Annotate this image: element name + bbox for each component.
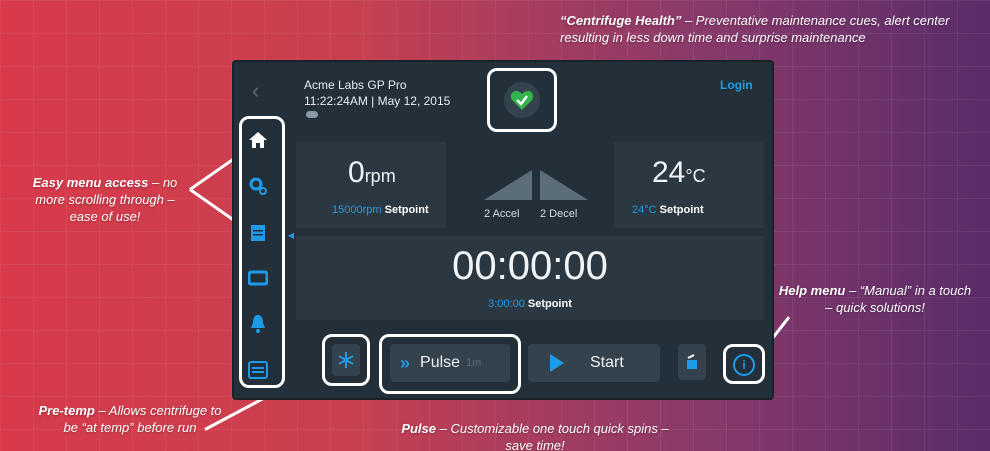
home-icon[interactable] xyxy=(248,130,268,150)
callout-health-title: “Centrifuge Health” xyxy=(560,13,682,28)
speed-setpoint: 15000rpm Setpoint xyxy=(332,204,429,216)
temp-setpoint: 24°C Setpoint xyxy=(632,204,704,216)
callout-pulse-title: Pulse xyxy=(401,421,436,436)
temp-readout: 24°C xyxy=(652,156,706,190)
accel-decel-graph-icon xyxy=(484,170,588,200)
play-icon xyxy=(550,354,564,372)
temp-setpoint-value: 24°C xyxy=(632,204,657,216)
start-label: Start xyxy=(590,354,624,371)
sidebar-collapse-arrow-icon[interactable]: ◂ xyxy=(288,228,294,242)
callout-pretemp: Pre-temp – Allows centrifuge to be “at t… xyxy=(30,402,230,436)
start-button[interactable]: Start xyxy=(528,344,660,382)
speed-setpoint-label: Setpoint xyxy=(384,204,429,216)
callout-health: “Centrifuge Health” – Preventative maint… xyxy=(560,12,970,46)
temp-setpoint-label: Setpoint xyxy=(659,204,704,216)
temp-value: 24 xyxy=(652,156,686,189)
timer-setpoint: 3:00:00 Setpoint xyxy=(296,298,764,310)
pulse-label: Pulse xyxy=(420,354,461,371)
info-icon[interactable]: i xyxy=(733,354,755,376)
calendar-icon[interactable] xyxy=(248,222,268,242)
speed-unit: rpm xyxy=(364,166,396,186)
temp-panel: 24°C 24°C Setpoint xyxy=(614,142,764,228)
centrifuge-screen: ‹ Acme Labs GP Pro 11:22:24AM | May 12, … xyxy=(234,62,772,398)
list-icon[interactable] xyxy=(248,360,268,380)
callout-help: Help menu – “Manual” in a touch – quick … xyxy=(775,282,975,316)
accel-label: 2 Accel xyxy=(484,208,520,220)
speed-readout: 0rpm xyxy=(348,156,396,190)
speed-panel: 0rpm 15000rpm Setpoint xyxy=(296,142,446,228)
speed-setpoint-value: 15000rpm xyxy=(332,204,382,216)
fast-forward-icon: » xyxy=(400,352,411,373)
timer-panel: 00:00:00 3:00:00 Setpoint xyxy=(296,236,764,320)
lid-button[interactable] xyxy=(678,344,706,380)
cloud-icon xyxy=(306,111,318,118)
pulse-button[interactable]: » Pulse 1m xyxy=(390,344,510,382)
callout-help-text: – “Manual” in a touch – quick solutions! xyxy=(825,283,972,315)
timer-value: 00:00:00 xyxy=(452,244,608,288)
lid-icon xyxy=(687,354,697,369)
bell-icon[interactable] xyxy=(248,314,268,334)
callout-menu-title: Easy menu access xyxy=(32,175,149,190)
callout-help-title: Help menu xyxy=(778,283,846,298)
back-chevron-icon[interactable]: ‹ xyxy=(252,78,259,104)
accel-panel[interactable]: 2 Accel 2 Decel xyxy=(484,158,594,228)
health-heart-icon[interactable] xyxy=(504,82,540,118)
display-icon[interactable] xyxy=(248,268,268,288)
callout-pretemp-title: Pre-temp xyxy=(38,403,95,418)
pretemp-button[interactable] xyxy=(332,344,360,376)
settings-gears-icon[interactable] xyxy=(248,176,268,196)
pulse-time: 1m xyxy=(466,357,482,369)
timer-setpoint-label: Setpoint xyxy=(527,298,572,310)
callout-pulse: Pulse – Customizable one touch quick spi… xyxy=(395,420,675,451)
callout-pulse-text: – Customizable one touch quick spins – s… xyxy=(436,421,669,451)
timer-setpoint-value: 3:00:00 xyxy=(488,298,525,310)
device-datetime: 11:22:24AM | May 12, 2015 xyxy=(304,94,451,108)
login-link[interactable]: Login xyxy=(720,78,753,92)
temp-unit: °C xyxy=(685,166,706,186)
speed-value: 0 xyxy=(348,156,365,189)
marketing-graphic: “Centrifuge Health” – Preventative maint… xyxy=(0,0,990,451)
sidebar-highlight xyxy=(239,116,285,388)
callout-menu: Easy menu access – no more scrolling thr… xyxy=(20,174,190,225)
snowflake-icon xyxy=(338,352,354,368)
decel-label: 2 Decel xyxy=(540,208,578,220)
device-name: Acme Labs GP Pro xyxy=(304,78,407,92)
